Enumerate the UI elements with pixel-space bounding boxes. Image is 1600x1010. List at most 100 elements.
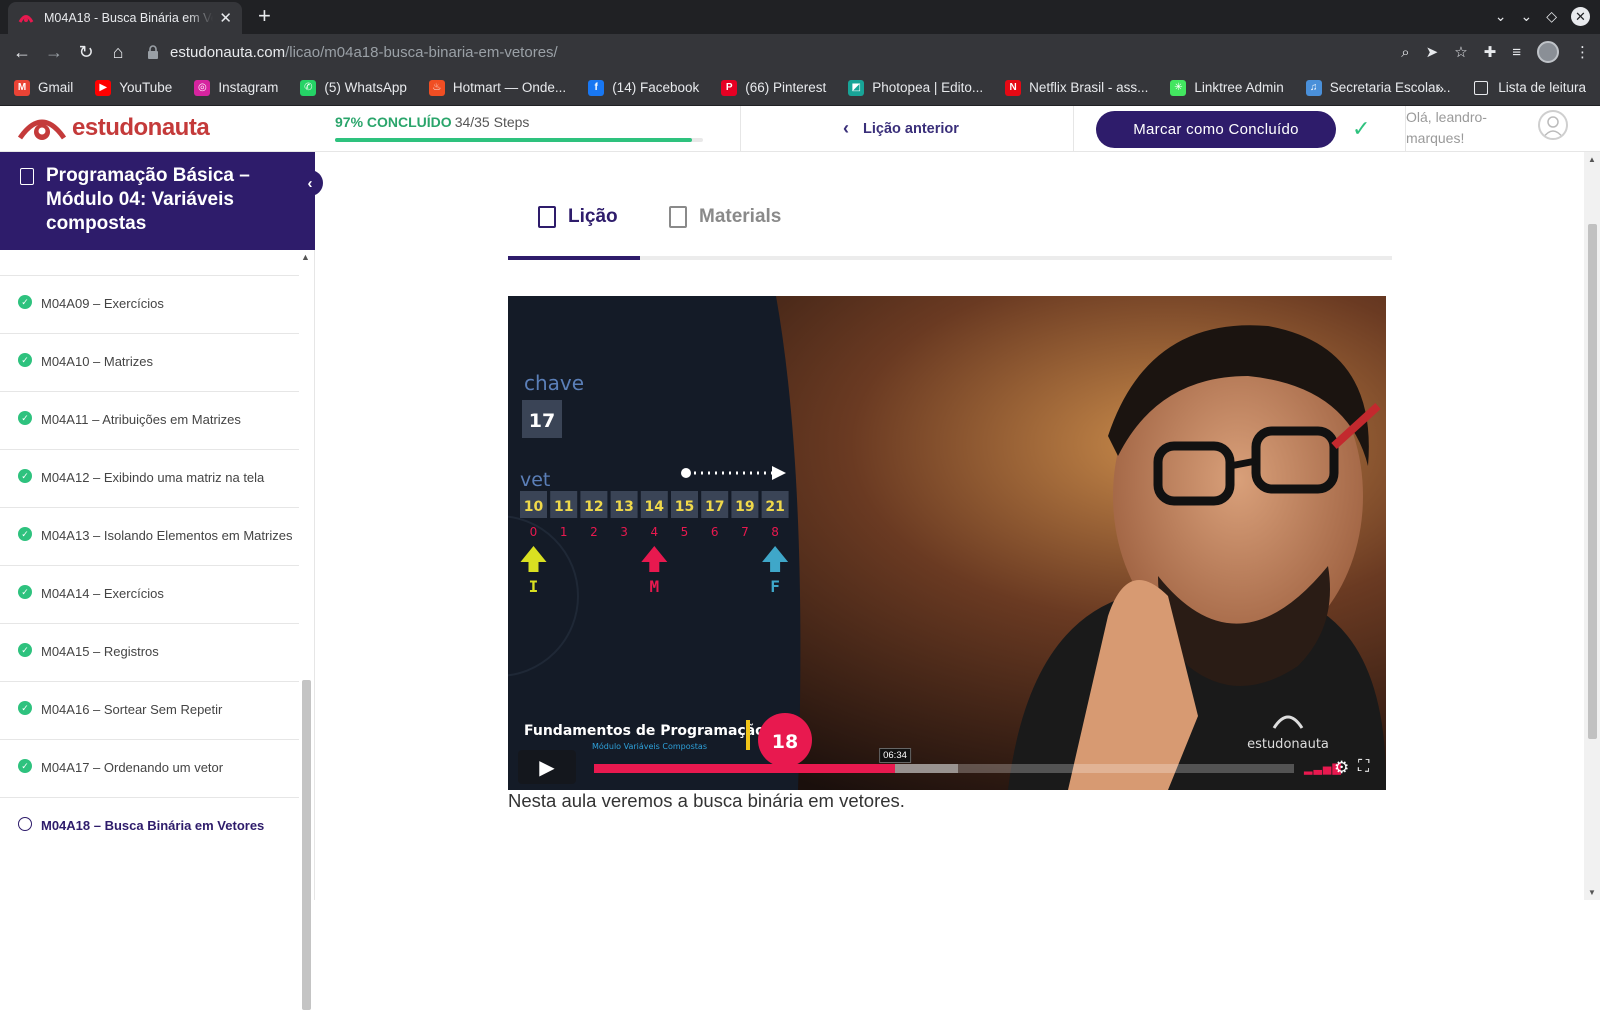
back-icon[interactable]: ← (6, 42, 38, 63)
lesson-tabs: Lição Materials (508, 196, 1392, 260)
sidebar-scroll-thumb[interactable] (302, 680, 311, 1010)
page-scrollbar[interactable]: ▲ ▼ (1584, 152, 1600, 900)
lesson-label: M04A11 – Atribuições em Matrizes (41, 412, 241, 427)
minimize-icon[interactable]: ⌄ (1520, 8, 1532, 25)
bookmark-item[interactable]: f (14) Facebook (588, 79, 699, 96)
tab-lesson-label: Lição (568, 206, 618, 227)
browser-tab-active[interactable]: M04A18 - Busca Binária em Vetores ✕ (8, 2, 242, 34)
play-icon: ▶ (539, 756, 555, 779)
lesson-item[interactable]: ✓ M04A12 – Exibindo uma matriz na tela (0, 449, 299, 507)
progress-bar-fill (335, 138, 692, 142)
completed-check-icon: ✓ (18, 527, 32, 541)
bookmarks-more-icon[interactable]: » (1436, 80, 1444, 96)
user-silhouette-icon (1542, 116, 1564, 138)
scroll-up-icon[interactable]: ▲ (1588, 155, 1596, 164)
lesson-item[interactable]: ✓ M04A16 – Sortear Sem Repetir (0, 681, 299, 739)
seek-bar[interactable]: 06:34 (594, 748, 1294, 773)
bookmark-item[interactable]: ◎ Instagram (194, 79, 278, 96)
seek-played (594, 764, 895, 773)
bookmark-item[interactable]: ◩ Photopea | Edito... (848, 79, 983, 96)
bookmark-item[interactable]: ♨ Hotmart — Onde... (428, 79, 566, 96)
forward-icon[interactable]: → (38, 42, 70, 63)
sidebar-scrollbar[interactable]: ▲ (299, 252, 313, 1010)
extensions-icon[interactable]: ✚ (1484, 43, 1497, 61)
bookmark-label: Gmail (38, 80, 74, 95)
tab-lesson[interactable]: Lição (538, 206, 618, 228)
bookmark-label: YouTube (119, 80, 173, 95)
slide-vector-index: 4 (650, 525, 658, 539)
lesson-item[interactable]: ✓ M04A17 – Ordenando um vetor (0, 739, 299, 797)
slide-vector-value: 11 (554, 499, 573, 515)
bookmark-item[interactable]: ✳ Linktree Admin (1170, 79, 1284, 96)
bookmark-label: Secretaria Escolar... (1329, 80, 1451, 95)
star-icon[interactable]: ☆ (1454, 43, 1467, 61)
tab-materials[interactable]: Materials (669, 206, 781, 228)
home-icon[interactable]: ⌂ (102, 42, 134, 63)
lesson-item[interactable]: ✓ M04A15 – Registros (0, 623, 299, 681)
bookmark-item[interactable]: ♫ Secretaria Escolar... (1305, 79, 1451, 96)
gear-icon[interactable]: ⚙ (1334, 758, 1349, 778)
video-footer-divider (746, 720, 750, 750)
lesson-item[interactable]: ✓ M04A09 – Exercícios (0, 275, 299, 333)
tab-close-icon[interactable]: ✕ (219, 9, 232, 27)
media-control-icon[interactable]: ≡ (1512, 44, 1521, 61)
user-avatar[interactable] (1538, 110, 1568, 140)
scroll-up-icon[interactable]: ▲ (301, 252, 310, 262)
mark-complete-button[interactable]: Marcar como Concluído (1096, 111, 1336, 148)
lesson-label: M04A14 – Exercícios (41, 586, 164, 601)
logo-wordmark: estudonauta (72, 114, 210, 141)
bookmark-item[interactable]: P (66) Pinterest (721, 79, 826, 96)
course-sidebar: Programação Básica – Módulo 04: Variávei… (0, 152, 323, 1010)
previous-lesson-link[interactable]: ‹ Lição anterior (843, 118, 959, 139)
time-tooltip: 06:34 (879, 748, 911, 763)
send-icon[interactable]: ➤ (1426, 43, 1439, 61)
bookmark-item[interactable]: M Gmail (14, 79, 74, 96)
reading-list-button[interactable]: Lista de leitura (1474, 80, 1586, 95)
reload-icon[interactable]: ↻ (70, 42, 102, 63)
lock-icon (148, 45, 158, 59)
slide-dotted-arrow-start (681, 468, 691, 478)
slide-vector-index: 2 (590, 525, 598, 539)
completed-check-icon: ✓ (18, 353, 32, 367)
lesson-item[interactable]: ✓ M04A10 – Matrizes (0, 333, 299, 391)
slide-vector-value: 12 (584, 499, 603, 515)
slide-vet-label: vet (520, 469, 550, 491)
bookmark-favicon-icon: f (588, 79, 605, 96)
new-tab-button[interactable]: + (258, 5, 271, 27)
lesson-item[interactable]: ✓ M04A11 – Atribuições em Matrizes (0, 391, 299, 449)
video-player[interactable]: chave 17 vet 10 0 11 1 12 2 13 3 14 4 15 5 17 6 19 7 21 8… (508, 296, 1386, 790)
lesson-label: M04A12 – Exibindo uma matriz na tela (41, 470, 265, 485)
bookmark-item[interactable]: ✆ (5) WhatsApp (300, 79, 407, 96)
glasses-bridge (1229, 457, 1257, 470)
address-bar[interactable]: estudonauta.com/licao/m04a18-busca-binar… (146, 37, 1366, 67)
completed-check-icon: ✓ (18, 295, 32, 309)
fullscreen-icon[interactable]: ⛶ (1358, 758, 1369, 776)
menu-icon[interactable]: ⋮ (1575, 43, 1590, 61)
video-footer-title: Fundamentos de Programação (524, 723, 765, 739)
play-button[interactable]: ▶ (518, 750, 576, 784)
scroll-down-icon[interactable]: ▼ (1588, 888, 1596, 897)
site-logo[interactable]: estudonauta (16, 112, 210, 144)
bookmark-favicon-icon: ♫ (1305, 79, 1322, 96)
lesson-item[interactable]: ✓ M04A14 – Exercícios (0, 565, 299, 623)
user-greeting: Olá, leandro-marques! (1406, 109, 1487, 146)
window-close-icon[interactable]: ✕ (1571, 7, 1590, 26)
bookmark-item[interactable]: N Netflix Brasil - ass... (1005, 79, 1148, 96)
bookmark-item[interactable]: ▶ YouTube (95, 79, 173, 96)
restore-icon[interactable]: ◇ (1546, 8, 1557, 25)
tab-materials-label: Materials (699, 206, 782, 227)
bookmark-favicon-icon: ◩ (848, 79, 865, 96)
url-host: estudonauta.com (170, 43, 286, 61)
page-scroll-thumb[interactable] (1588, 224, 1597, 739)
completed-check-icon: ✓ (18, 411, 32, 425)
lesson-item[interactable]: ✓ M04A13 – Isolando Elementos em Matrizes (0, 507, 299, 565)
bookmark-favicon-icon: M (14, 79, 30, 96)
bookmark-favicon-icon: ✆ (300, 79, 317, 96)
collapse-sidebar-button[interactable]: ‹ (297, 170, 323, 196)
lesson-item[interactable]: M04A18 – Busca Binária em Vetores (0, 797, 299, 855)
completed-check-icon: ✓ (18, 643, 32, 657)
profile-avatar[interactable] (1537, 41, 1559, 63)
tab-search-icon[interactable]: ⌄ (1495, 8, 1507, 25)
slide-vector-value: 21 (765, 499, 784, 515)
zoom-icon[interactable]: ⌕ (1401, 44, 1409, 61)
